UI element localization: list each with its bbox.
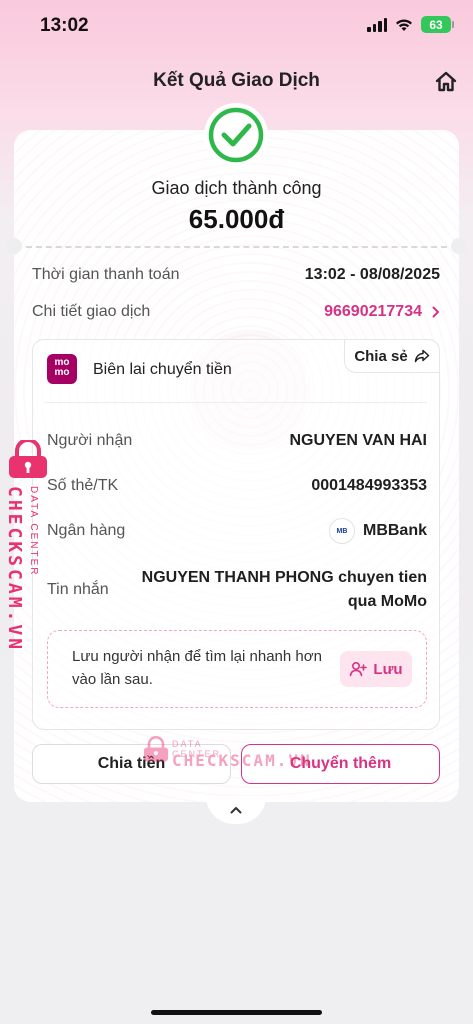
payment-time-value: 13:02 - 08/08/2025	[304, 266, 440, 283]
save-prompt: Lưu người nhận để tìm lại nhanh hơn vào …	[72, 648, 322, 688]
message-label: Tin nhắn	[47, 581, 109, 598]
share-label: Chia sẻ	[354, 347, 408, 365]
payment-time-label: Thời gian thanh toán	[32, 266, 180, 283]
save-label: Lưu	[373, 660, 403, 678]
status-text: Giao dịch thành công	[151, 178, 322, 198]
bank-label: Ngân hàng	[47, 522, 126, 539]
amount: 65.000đ	[188, 204, 285, 234]
battery-icon: 63	[421, 16, 454, 33]
save-recipient-box: Lưu người nhận để tìm lại nhanh hơn vào …	[47, 630, 427, 708]
home-indicator[interactable]	[151, 1010, 322, 1015]
status-icons: 63	[367, 16, 454, 33]
receipt-box: mo mo Biên lai chuyển tiền Chia sẻ Người…	[32, 339, 440, 730]
home-icon	[435, 71, 457, 92]
watermark-subtext: DATA CENTER	[28, 486, 39, 577]
receipt-title: Biên lai chuyển tiền	[93, 361, 232, 378]
transaction-id: 96690217734	[324, 303, 422, 320]
lock-icon	[9, 438, 47, 478]
payment-time-row: Thời gian thanh toán 13:02 - 08/08/2025	[32, 266, 440, 284]
card-notch	[6, 238, 22, 254]
card-notch	[451, 238, 467, 254]
recipient-value: NGUYEN VAN HAI	[289, 432, 428, 449]
lock-icon	[143, 736, 169, 762]
divider	[26, 246, 447, 248]
chevron-right-icon	[432, 306, 439, 318]
bank-row: Ngân hàng MB MBBank	[47, 518, 427, 544]
watermark-lock	[6, 438, 50, 485]
chevron-up-icon	[230, 807, 242, 814]
account-label: Số thẻ/TK	[47, 477, 119, 494]
expand-tab[interactable]	[206, 796, 266, 824]
save-recipient-button[interactable]: Lưu	[340, 651, 412, 687]
wifi-icon	[396, 19, 412, 31]
status-time: 13:02	[40, 15, 89, 36]
recipient-row: Người nhận NGUYEN VAN HAI	[47, 432, 427, 450]
account-row: Số thẻ/TK 0001484993353	[47, 477, 427, 495]
transaction-detail-row[interactable]: Chi tiết giao dịch 96690217734	[32, 303, 440, 321]
watermark-text: CHECKSCAM.VN	[172, 751, 312, 770]
status-bar: 13:02 63	[0, 0, 473, 54]
success-badge	[203, 102, 269, 168]
share-button[interactable]: Chia sẻ	[344, 339, 440, 373]
account-value: 0001484993353	[311, 477, 427, 494]
add-user-icon	[350, 661, 368, 677]
bank-value-group: MB MBBank	[328, 518, 427, 544]
page-title: Kết Quả Giao Dịch	[153, 70, 320, 91]
message-row: Tin nhắn NGUYEN THANH PHONG chuyen tien …	[47, 566, 427, 614]
watermark-text: CHECKSCAM.VN	[4, 486, 25, 653]
home-button[interactable]	[432, 68, 460, 96]
share-icon	[414, 349, 429, 363]
signal-icon	[367, 17, 387, 32]
transaction-id-link[interactable]: 96690217734	[324, 303, 440, 321]
recipient-label: Người nhận	[47, 432, 133, 449]
check-circle-icon	[204, 103, 268, 167]
bank-value: MBBank	[362, 522, 427, 539]
bank-logo-icon: MB	[328, 518, 355, 544]
momo-logo: mo mo	[47, 354, 77, 384]
message-value: NGUYEN THANH PHONG chuyen tien qua MoMo	[141, 569, 427, 610]
logo-text: mo	[54, 367, 70, 378]
transaction-detail-label: Chi tiết giao dịch	[32, 303, 151, 320]
divider	[45, 402, 427, 403]
